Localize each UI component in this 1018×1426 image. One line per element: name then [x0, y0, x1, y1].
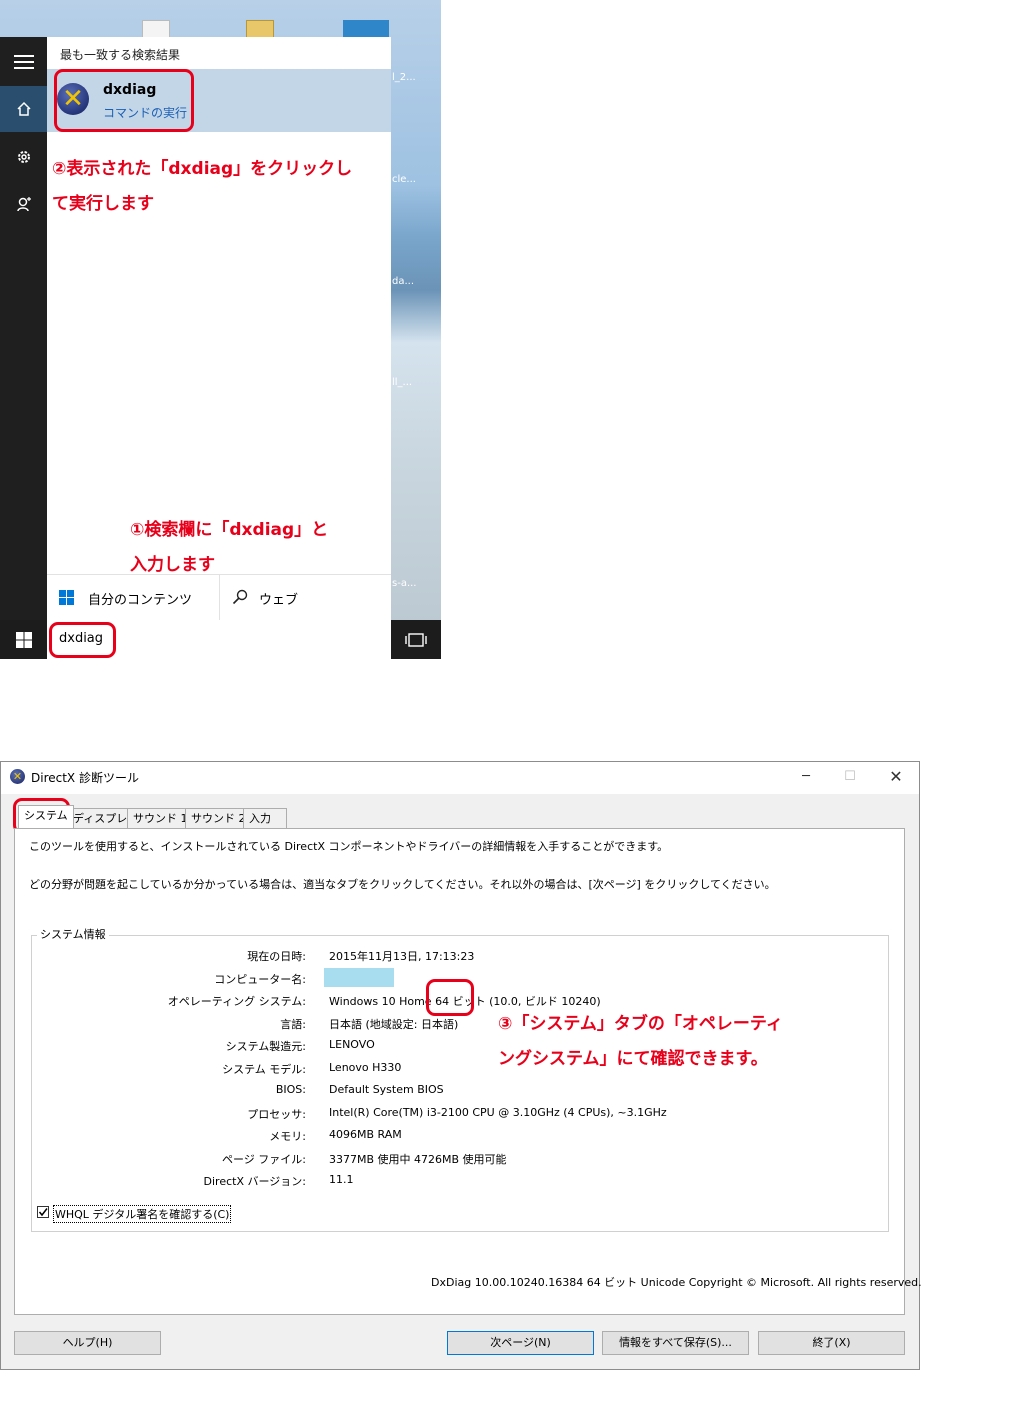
value-datetime: 2015年11月13日, 17:13:23 — [329, 950, 475, 963]
gear-icon — [17, 151, 30, 163]
value-directx-version: 11.1 — [329, 1173, 354, 1186]
directx-diagnostic-window: ✕ DirectX 診断ツール ─ ☐ ✕ システム ディスプレイ サウンド 1… — [0, 761, 922, 1370]
label-directx-version: DirectX バージョン: — [203, 1175, 306, 1188]
tab-sound-1[interactable]: サウンド 1 — [127, 808, 194, 828]
whql-checkbox[interactable] — [37, 1206, 49, 1218]
annotation-step2-line1: ②表示された「dxdiag」をクリックし — [52, 159, 353, 179]
value-memory: 4096MB RAM — [329, 1128, 402, 1141]
annotation-step2-line2: て実行します — [52, 194, 154, 214]
label-datetime: 現在の日時: — [247, 950, 306, 963]
directx-icon: ✕ — [10, 769, 25, 784]
label-memory: メモリ: — [269, 1130, 306, 1143]
intro-text: このツールを使用すると、インストールされている DirectX コンポーネントや… — [29, 840, 669, 853]
checkmark-icon — [38, 1208, 48, 1217]
label-manufacturer: システム製造元: — [225, 1040, 306, 1053]
value-computer-name-redacted — [324, 968, 394, 987]
close-button[interactable]: ✕ — [874, 764, 918, 790]
dxdiag-version-info: DxDiag 10.00.10240.16384 64 ビット Unicode … — [431, 1276, 922, 1289]
label-language: 言語: — [280, 1018, 306, 1031]
tab-sound-2[interactable]: サウンド 2 — [185, 808, 252, 828]
maximize-icon: ☐ — [844, 769, 856, 784]
close-icon: ✕ — [889, 767, 903, 786]
filter-my-content-label: 自分のコンテンツ — [88, 593, 193, 608]
value-language: 日本語 (地域設定: 日本語) — [329, 1018, 459, 1031]
next-page-button[interactable]: 次ページ(N) — [447, 1331, 594, 1355]
feedback-button[interactable] — [0, 181, 47, 227]
filter-web-label: ウェブ — [259, 593, 299, 608]
value-page-file: 3377MB 使用中 4726MB 使用可能 — [329, 1153, 507, 1166]
desktop-label[interactable]: ll_... — [392, 377, 412, 388]
search-filter-bar: 自分のコンテンツ ウェブ — [47, 574, 391, 621]
system-info-heading: システム情報 — [37, 926, 109, 942]
maximize-button[interactable]: ☐ — [828, 764, 872, 790]
label-page-file: ページ ファイル: — [222, 1153, 306, 1166]
minimize-button[interactable]: ─ — [784, 764, 828, 790]
result-highlight-box — [54, 69, 194, 132]
search-results-panel: 最も一致する検索結果 ✕ dxdiag コマンドの実行 ②表示された「dxdia… — [47, 37, 392, 621]
value-manufacturer: LENOVO — [329, 1038, 375, 1051]
annotation-step3: ③「システム」タブの「オペレーティ ングシステム」にて確認できます。 — [498, 1007, 878, 1077]
system-tab-page: このツールを使用すると、インストールされている DirectX コンポーネントや… — [14, 828, 922, 1315]
home-icon — [16, 101, 31, 116]
save-all-info-button[interactable]: 情報をすべて保存(S)... — [602, 1331, 749, 1355]
taskbar: dxdiag — [0, 620, 441, 659]
start-button[interactable] — [0, 620, 47, 659]
annotation-step3-line2: ングシステム」にて確認できます。 — [498, 1049, 768, 1069]
filter-web-button[interactable]: ウェブ — [219, 575, 391, 621]
desktop-label[interactable]: da... — [392, 276, 414, 287]
windows-logo-icon — [15, 631, 32, 648]
label-computer-name: コンピューター名: — [214, 973, 306, 986]
value-model: Lenovo H330 — [329, 1061, 402, 1074]
task-view-icon — [405, 632, 427, 647]
hamburger-icon — [13, 55, 34, 69]
desktop-label[interactable]: cle... — [392, 174, 416, 185]
value-bios: Default System BIOS — [329, 1083, 444, 1096]
window-title: DirectX 診断ツール — [31, 771, 139, 785]
window-body: システム ディスプレイ サウンド 1 サウンド 2 入力 このツールを使用すると… — [1, 794, 922, 1369]
annotation-step1-line1: ①検索欄に「dxdiag」と — [130, 520, 329, 540]
desktop-label[interactable]: l_2... — [392, 72, 416, 83]
desktop-app-icon[interactable] — [343, 20, 389, 37]
best-match-heading: 最も一致する検索結果 — [60, 48, 181, 62]
desktop-screenshot: l_2... cle... da... ll_... s-a... 最も一致する… — [0, 0, 441, 659]
hamburger-menu-button[interactable] — [0, 39, 47, 85]
tab-input[interactable]: 入力 — [243, 808, 287, 828]
label-processor: プロセッサ: — [247, 1108, 306, 1121]
label-bios: BIOS: — [275, 1083, 306, 1096]
annotation-step3-line1: ③「システム」タブの「オペレーティ — [498, 1014, 783, 1034]
help-button[interactable]: ヘルプ(H) — [14, 1331, 161, 1355]
tab-system[interactable]: システム — [18, 805, 74, 828]
feedback-icon — [16, 197, 31, 212]
filter-my-content-button[interactable]: 自分のコンテンツ — [47, 575, 220, 621]
desktop-label[interactable]: s-a... — [392, 578, 416, 589]
exit-button[interactable]: 終了(X) — [758, 1331, 905, 1355]
annotation-step1: ①検索欄に「dxdiag」と 入力します — [130, 513, 380, 583]
search-highlight-box — [49, 622, 116, 658]
task-view-button[interactable] — [391, 620, 441, 659]
bitness-highlight-box — [426, 979, 474, 1016]
value-processor: Intel(R) Core(TM) i3-2100 CPU @ 3.10GHz … — [329, 1106, 667, 1119]
intro-hint-text: どの分野が問題を起こしているか分かっている場合は、適当なタブをクリックしてくださ… — [29, 878, 776, 891]
label-operating-system: オペレーティング システム: — [167, 995, 306, 1008]
whql-checkbox-label[interactable]: WHQL デジタル署名を確認する(C) — [53, 1205, 232, 1223]
start-menu-rail — [0, 37, 47, 620]
search-icon — [232, 589, 248, 605]
label-model: システム モデル: — [222, 1063, 306, 1076]
settings-button[interactable] — [0, 134, 47, 180]
annotation-step2: ②表示された「dxdiag」をクリックし て実行します — [52, 152, 392, 222]
home-button[interactable] — [0, 86, 47, 132]
windows-logo-icon — [59, 590, 74, 605]
minimize-icon: ─ — [802, 769, 810, 784]
